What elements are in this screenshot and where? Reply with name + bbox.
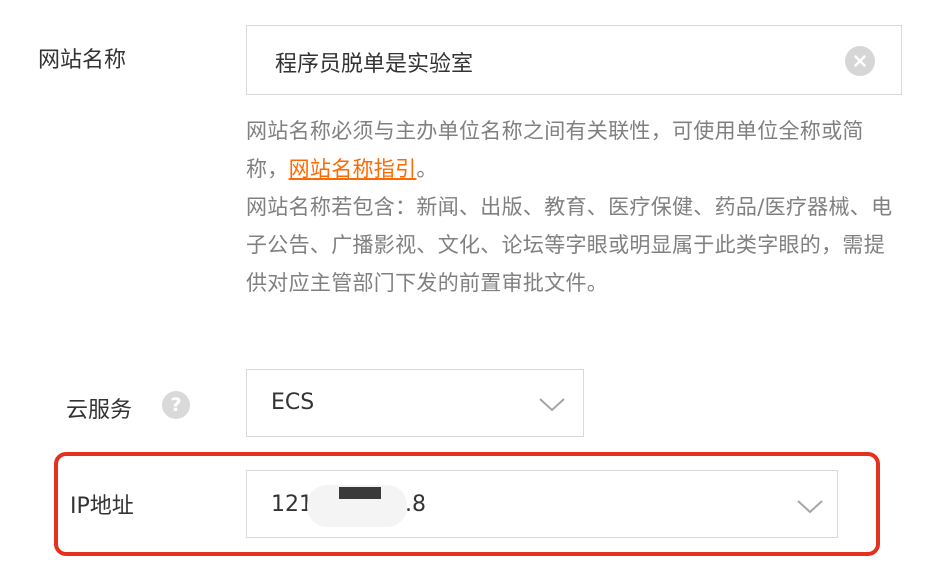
chevron-down-icon[interactable]	[795, 498, 825, 516]
ip-address-value-end: .8	[405, 492, 426, 517]
cloud-service-selected-value: ECS	[271, 390, 315, 415]
question-icon[interactable]: ?	[162, 391, 190, 419]
ip-address-label: IP地址	[70, 494, 134, 519]
clear-icon[interactable]	[845, 46, 875, 76]
chevron-down-icon[interactable]	[537, 396, 567, 414]
site-name-value[interactable]: 程序员脱单是实验室	[275, 46, 473, 78]
cloud-service-label: 云服务	[66, 398, 133, 423]
ip-redaction-bar	[339, 487, 381, 499]
help-line1-suffix: 。	[416, 157, 438, 181]
help-paragraph-2: 网站名称若包含：新闻、出版、教育、医疗保健、药品/医疗器械、电子公告、广播影视、…	[246, 195, 893, 295]
site-name-input[interactable]: 程序员脱单是实验室	[246, 25, 902, 95]
site-name-help-text: 网站名称必须与主办单位名称之间有关联性，可使用单位全称或简称，网站名称指引。 网…	[246, 112, 896, 302]
site-name-label: 网站名称	[38, 48, 127, 73]
ip-address-select[interactable]: 121 .8	[246, 470, 838, 538]
site-name-guide-link[interactable]: 网站名称指引	[289, 157, 417, 181]
help-paragraph-1: 网站名称必须与主办单位名称之间有关联性，可使用单位全称或简称，网站名称指引。	[246, 112, 896, 188]
cloud-service-select[interactable]: ECS	[246, 369, 584, 437]
